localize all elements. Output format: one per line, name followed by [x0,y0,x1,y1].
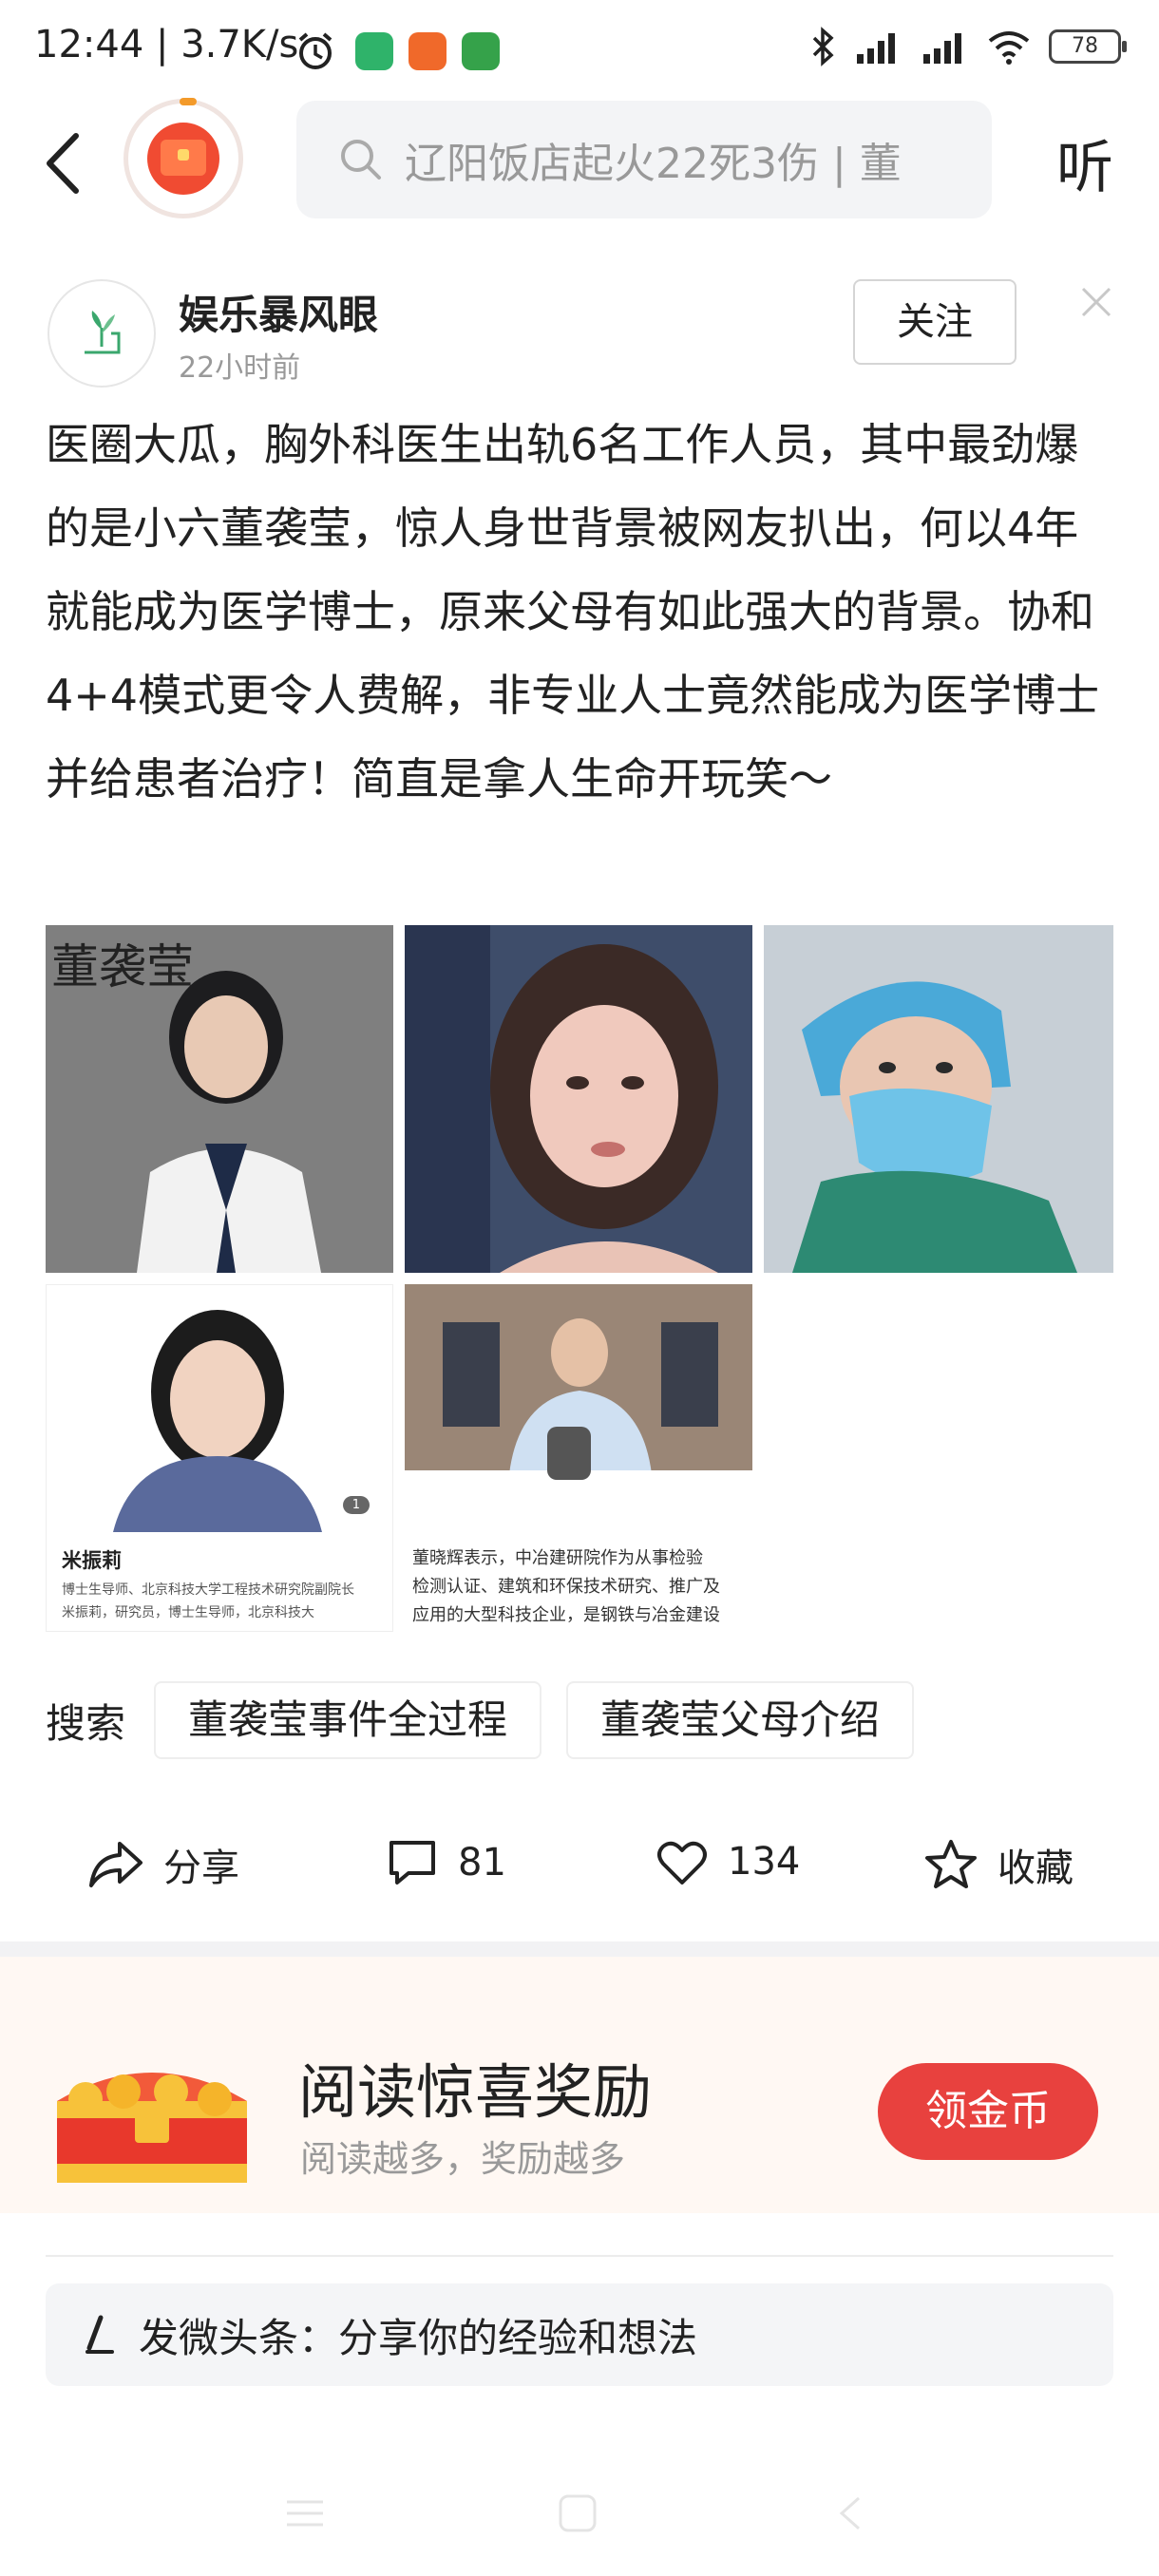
signal-icon-2 [923,33,961,64]
search-icon [341,140,381,180]
post-time: 22小时前 [179,351,301,385]
favorite-label: 收藏 [998,1847,1074,1890]
post-image-2[interactable] [405,925,752,1273]
bluetooth-icon [812,27,834,66]
claim-coins-button[interactable]: 领金币 [878,2063,1098,2160]
favorite-button[interactable]: 收藏 [923,1837,1074,1892]
share-button[interactable]: 分享 [87,1837,239,1892]
menu-nav-icon[interactable] [283,2494,327,2532]
like-count: 134 [728,1840,801,1884]
share-icon [89,1842,142,1887]
reward-title: 阅读惊喜奖励 [298,2057,653,2127]
search-bar[interactable]: 辽阳饭店起火22死3伤 | 董 [296,101,992,218]
news-text-line-1: 董晓辉表示，中冶建研院作为从事检验 [412,1548,703,1568]
net-speed: 3.7K/s [180,23,299,66]
news-text-line-3: 应用的大型科技企业，是钢铁与冶金建设 [412,1605,720,1625]
red-packet-reward-button[interactable] [124,98,243,218]
post-image-4[interactable]: 1 米振莉 博士生导师、北京科技大学工程技术研究院副院长 米振莉，研究员，博士生… [46,1284,393,1632]
back-arrow-icon [47,133,79,194]
profile-card-photo [47,1285,392,1532]
battery-indicator: 78 [1049,29,1127,64]
profile-card-line-2: 米振莉，研究员，博士生导师，北京科技大 [62,1605,314,1620]
post-image-3[interactable] [764,925,1113,1273]
reward-progress-indicator [180,98,197,105]
pen-icon [86,2315,114,2354]
share-label: 分享 [163,1847,239,1890]
profile-card-name: 米振莉 [62,1549,122,1572]
reading-reward-banner[interactable]: 阅读惊喜奖励 阅读越多，奖励越多 领金币 [0,1957,1159,2213]
search-chip-2[interactable]: 董袭莹父母介绍 [566,1681,915,1759]
top-nav: 辽阳饭店起火22死3伤 | 董 听 [0,98,1159,228]
alarm-icon [298,32,332,69]
related-search-label: 搜索 [46,1699,126,1747]
composer-placeholder: 发微头条：分享你的经验和想法 [139,2314,698,2361]
image-count-badge: 1 [342,1496,370,1514]
reward-subtitle: 阅读越多，奖励越多 [300,2138,626,2180]
star-icon [925,1840,977,1888]
app-notify-icon-douban [462,32,500,70]
post-image-5[interactable]: 董晓辉表示，中冶建研院作为从事检验 检测认证、建筑和环保技术研究、推广及 应用的… [405,1284,752,1632]
news-photo [405,1284,752,1505]
post-composer-input[interactable]: 发微头条：分享你的经验和想法 [46,2283,1113,2386]
follow-button[interactable]: 关注 [853,279,1016,365]
post-body-text: 医圈大瓜，胸外科医生出轨6名工作人员，其中最劲爆的是小六董袭莹，惊人身世背景被网… [46,419,1100,805]
author-logo-icon [85,311,121,354]
listen-button[interactable]: 听 [1056,122,1113,204]
comment-button[interactable]: 81 [386,1837,506,1888]
related-search-row: 搜索 董袭莹事件全过程 董袭莹父母介绍 [46,1681,939,1759]
meeting-photo [405,1284,752,1505]
like-button[interactable]: 134 [656,1837,800,1886]
news-text-line-2: 检测认证、建筑和环保技术研究、推广及 [412,1577,720,1597]
signal-icon-1 [857,33,895,64]
portrait-photo-2 [405,925,752,1273]
home-nav-icon[interactable] [557,2494,598,2532]
status-bar: 12:44 | 3.7K/s 78 [0,0,1159,99]
back-nav-icon[interactable] [836,2494,864,2532]
profile-card-line-1: 博士生导师、北京科技大学工程技术研究院副院长 [62,1582,354,1598]
treasure-chest-icon [57,2073,247,2183]
app-notify-icon-orange [408,32,446,70]
action-bar: 分享 81 134 收藏 [0,1831,1159,1909]
red-packet-icon [147,123,219,195]
search-chip-1[interactable]: 董袭莹事件全过程 [154,1681,542,1759]
author-name[interactable]: 娱乐暴风眼 [179,283,378,341]
heart-icon [657,1841,707,1885]
status-time-speed: 12:44 | 3.7K/s [34,23,299,66]
surgeon-photo [764,925,1113,1273]
comment-icon [390,1841,435,1885]
status-right-group: 78 [811,27,1127,66]
search-placeholder: 辽阳饭店起火22死3伤 | 董 [405,140,902,188]
close-icon[interactable] [1077,283,1115,321]
wifi-icon [988,31,1030,65]
comment-count: 81 [458,1841,506,1885]
image-caption: 董袭莹 [51,939,194,994]
back-button[interactable] [42,123,99,203]
divider [46,2255,1113,2257]
author-avatar[interactable] [48,279,156,388]
clock: 12:44 [34,23,144,66]
post-image-1[interactable]: 董袭莹 [46,925,393,1273]
section-divider [0,1941,1159,1957]
app-notify-icon-green [355,32,393,70]
